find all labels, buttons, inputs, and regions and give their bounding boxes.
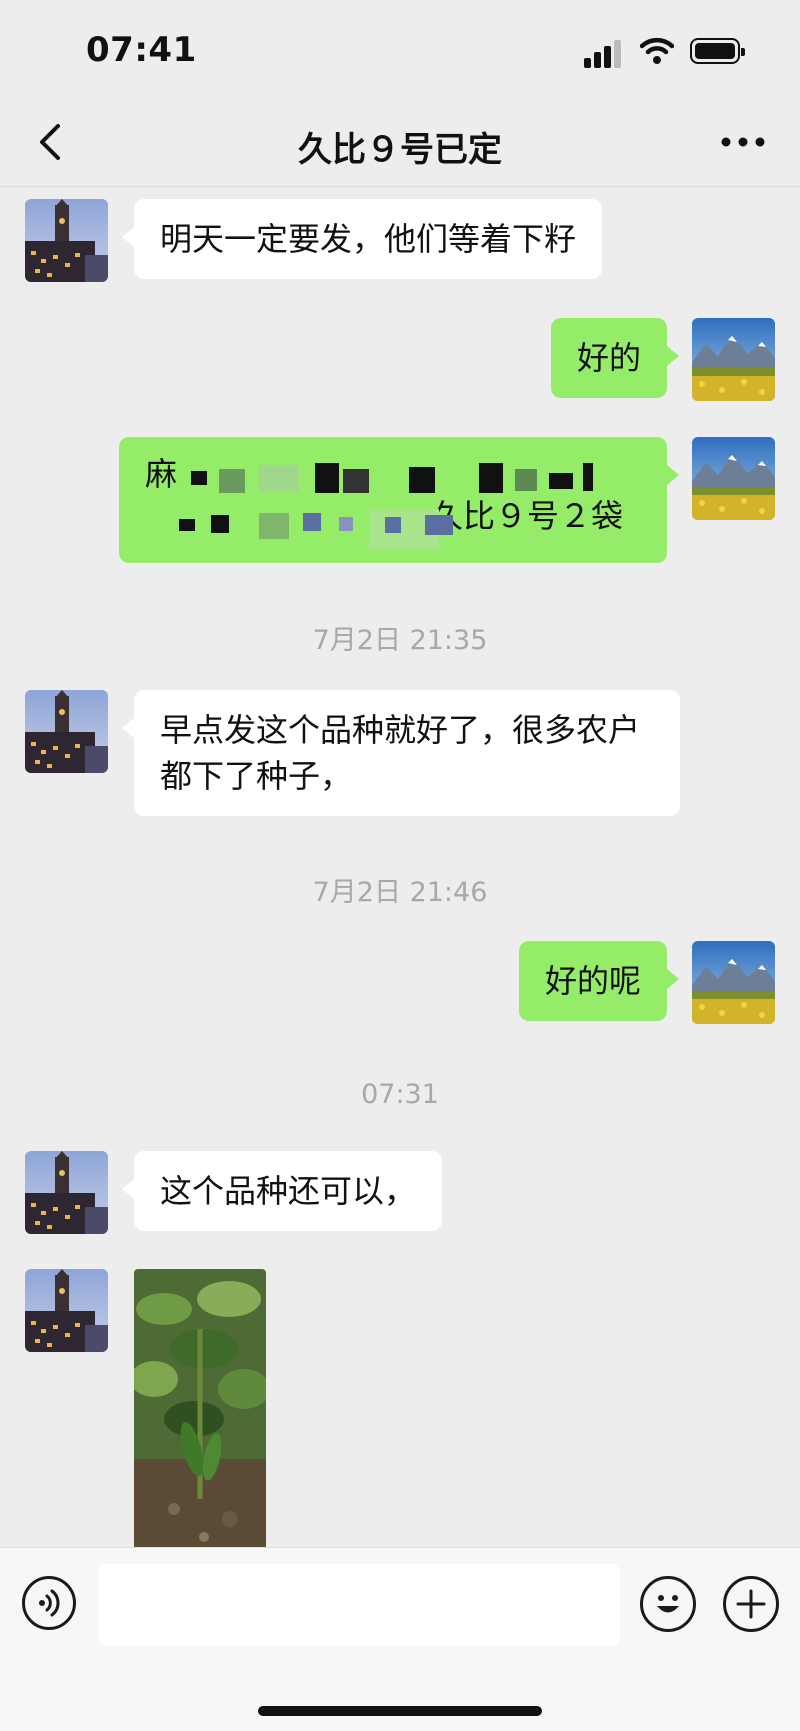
status-time: 07:41 xyxy=(86,30,197,70)
smiley-icon xyxy=(657,1595,679,1613)
message-list[interactable]: 明天一定要发，他们等着下籽 好的 麻 久比９号２袋 7月2日 21:35 早点发… xyxy=(0,187,800,1547)
user-avatar[interactable] xyxy=(692,941,775,1024)
contact-avatar[interactable] xyxy=(25,1269,108,1352)
plus-icon xyxy=(736,1589,766,1619)
message-input[interactable] xyxy=(98,1564,620,1646)
message-timestamp: 7月2日 21:35 xyxy=(312,625,488,656)
cellular-signal-icon xyxy=(584,40,626,68)
message-timestamp: 7月2日 21:46 xyxy=(312,877,488,908)
voice-icon xyxy=(39,1589,60,1617)
message-timestamp: 07:31 xyxy=(361,1079,439,1110)
battery-icon xyxy=(690,38,745,64)
wifi-icon xyxy=(640,37,674,64)
incoming-message[interactable]: 这个品种还可以， xyxy=(121,1151,443,1231)
contact-avatar[interactable] xyxy=(25,1151,108,1234)
pepper-plant-photo[interactable] xyxy=(134,1269,266,1547)
status-bar: 07:41 xyxy=(0,0,800,100)
incoming-message[interactable]: 明天一定要发，他们等着下籽 xyxy=(121,199,603,279)
emoji-button[interactable] xyxy=(640,1576,696,1632)
home-indicator xyxy=(258,1706,542,1716)
outgoing-message[interactable]: 好的 xyxy=(550,318,680,398)
contact-avatar[interactable] xyxy=(25,199,108,282)
outgoing-message-redacted[interactable]: 麻 久比９号２袋 xyxy=(119,437,679,563)
outgoing-message[interactable]: 好的呢 xyxy=(518,941,680,1021)
chat-screen: 07:41 久比９号已定 明天一定要发，他们等着下籽 好的 麻 久比９号２袋 7… xyxy=(0,0,800,1731)
nav-bar: 久比９号已定 xyxy=(0,100,800,187)
voice-input-button[interactable] xyxy=(22,1576,76,1630)
chat-title: 久比９号已定 xyxy=(298,130,502,170)
user-avatar[interactable] xyxy=(692,437,775,520)
message-text-line: 麻 xyxy=(145,455,178,493)
input-bar xyxy=(0,1547,800,1731)
user-avatar[interactable] xyxy=(692,318,775,401)
redaction-mosaic xyxy=(179,457,619,549)
more-actions-button[interactable] xyxy=(723,1576,779,1632)
more-icon[interactable] xyxy=(718,122,768,162)
incoming-message[interactable]: 早点发这个品种就好了，很多农户都下了种子， xyxy=(122,690,680,816)
contact-avatar[interactable] xyxy=(25,690,108,773)
